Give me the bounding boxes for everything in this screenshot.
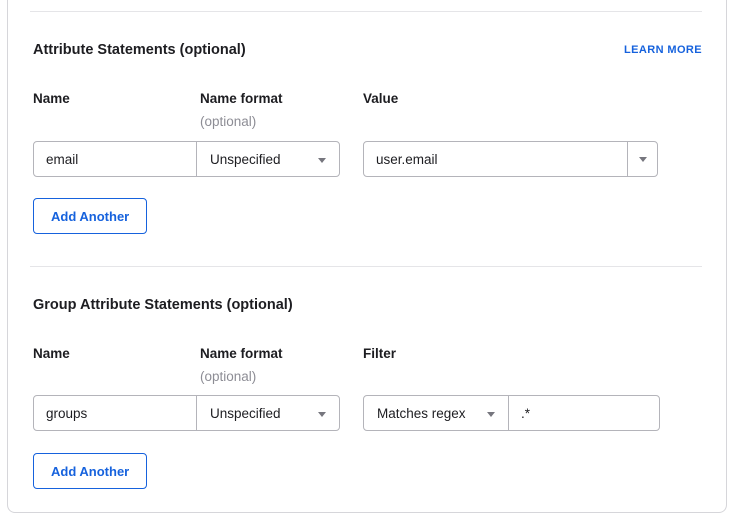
chevron-down-icon — [639, 157, 647, 162]
attribute-name-format-select[interactable]: Unspecified — [196, 141, 340, 177]
section-divider-top — [30, 11, 702, 12]
name-format-selected-value: Unspecified — [210, 152, 281, 167]
chevron-down-icon — [318, 412, 326, 417]
add-another-attribute-button[interactable]: Add Another — [33, 198, 147, 234]
group-filter-type-select[interactable]: Matches regex — [363, 395, 509, 431]
column-header-name-format: Name format — [200, 346, 283, 361]
column-header-name: Name — [33, 346, 70, 361]
name-format-optional-note: (optional) — [200, 114, 256, 129]
column-header-value: Value — [363, 91, 398, 106]
column-header-name-format: Name format — [200, 91, 283, 106]
learn-more-link[interactable]: LEARN MORE — [624, 44, 702, 56]
section-divider-middle — [30, 266, 702, 267]
settings-card — [7, 0, 727, 513]
name-format-selected-value: Unspecified — [210, 406, 281, 421]
group-attribute-statements-title: Group Attribute Statements (optional) — [33, 297, 293, 313]
chevron-down-icon — [318, 158, 326, 163]
chevron-down-icon — [487, 412, 495, 417]
attribute-value-dropdown-button[interactable] — [627, 141, 658, 177]
attribute-value-input[interactable] — [363, 141, 628, 177]
column-header-name: Name — [33, 91, 70, 106]
group-attribute-name-input[interactable] — [33, 395, 197, 431]
name-format-optional-note: (optional) — [200, 369, 256, 384]
filter-type-selected-value: Matches regex — [377, 406, 466, 421]
column-header-filter: Filter — [363, 346, 396, 361]
attribute-name-input[interactable] — [33, 141, 197, 177]
saml-settings-screen: Attribute Statements (optional) LEARN MO… — [0, 0, 737, 530]
add-another-group-attribute-button[interactable]: Add Another — [33, 453, 147, 489]
attribute-statements-title: Attribute Statements (optional) — [33, 42, 246, 58]
group-attribute-name-format-select[interactable]: Unspecified — [196, 395, 340, 431]
group-filter-value-input[interactable] — [508, 395, 660, 431]
